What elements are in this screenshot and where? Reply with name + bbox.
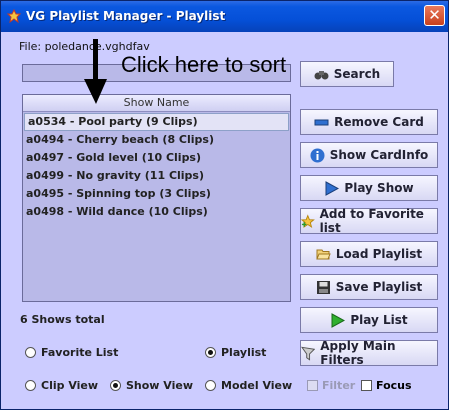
annotation-text: Click here to sort bbox=[121, 52, 287, 77]
close-icon: ✕ bbox=[428, 6, 441, 24]
radio-favorite-list[interactable]: Favorite List bbox=[25, 346, 118, 359]
floppy-disk-icon bbox=[316, 280, 330, 294]
play-icon bbox=[325, 180, 340, 196]
show-cardinfo-button[interactable]: Show CardInfo bbox=[300, 142, 438, 168]
play-green-icon bbox=[331, 312, 346, 328]
add-to-favorite-label: Add to Favorite list bbox=[319, 207, 424, 235]
radio-favorite-list-indicator[interactable] bbox=[25, 347, 36, 358]
radio-show-view-indicator[interactable] bbox=[110, 380, 121, 391]
remove-card-label: Remove Card bbox=[334, 115, 424, 129]
radio-clip-view[interactable]: Clip View bbox=[25, 379, 98, 392]
apply-main-filters-button[interactable]: Apply Main Filters bbox=[300, 339, 438, 367]
add-to-favorite-button[interactable]: Add to Favorite list bbox=[300, 207, 438, 235]
title-bar[interactable]: VG Playlist Manager - Playlist ✕ bbox=[1, 1, 448, 32]
column-header-show-name[interactable]: Show Name bbox=[23, 95, 290, 112]
list-item[interactable]: a0499 - No gravity (11 Clips) bbox=[23, 167, 290, 185]
radio-model-view[interactable]: Model View bbox=[205, 379, 292, 392]
radio-show-view-label: Show View bbox=[126, 379, 194, 392]
radio-playlist-indicator[interactable] bbox=[205, 347, 216, 358]
focus-checkbox-label: Focus bbox=[376, 379, 412, 392]
search-button-label: Search bbox=[333, 67, 381, 81]
play-list-button[interactable]: Play List bbox=[300, 307, 438, 333]
list-item[interactable]: a0534 - Pool party (9 Clips) bbox=[24, 113, 289, 131]
remove-card-button[interactable]: Remove Card bbox=[300, 109, 438, 135]
search-button[interactable]: Search bbox=[300, 61, 394, 87]
annotation-arrow-icon bbox=[84, 39, 107, 104]
radio-clip-view-label: Clip View bbox=[41, 379, 99, 392]
list-item[interactable]: a0494 - Cherry beach (8 Clips) bbox=[23, 131, 290, 149]
star-add-icon bbox=[301, 213, 315, 228]
shows-total-count: 6 Shows total bbox=[20, 313, 105, 326]
play-list-label: Play List bbox=[350, 313, 408, 327]
show-cardinfo-label: Show CardInfo bbox=[329, 148, 429, 162]
focus-checkbox[interactable]: Focus bbox=[361, 379, 412, 392]
radio-clip-view-indicator[interactable] bbox=[25, 380, 36, 391]
list-item[interactable]: a0498 - Wild dance (10 Clips) bbox=[23, 203, 290, 221]
play-show-button[interactable]: Play Show bbox=[300, 175, 438, 201]
filter-funnel-icon bbox=[301, 346, 316, 361]
list-item[interactable]: a0497 - Gold level (10 Clips) bbox=[23, 149, 290, 167]
load-playlist-button[interactable]: Load Playlist bbox=[300, 241, 438, 267]
apply-main-filters-label: Apply Main Filters bbox=[320, 339, 396, 367]
play-show-label: Play Show bbox=[344, 181, 414, 195]
radio-model-view-indicator[interactable] bbox=[205, 380, 216, 391]
save-playlist-label: Save Playlist bbox=[335, 280, 423, 294]
radio-show-view[interactable]: Show View bbox=[110, 379, 193, 392]
minus-icon bbox=[314, 119, 329, 125]
close-button[interactable]: ✕ bbox=[424, 5, 445, 26]
radio-playlist[interactable]: Playlist bbox=[205, 346, 266, 359]
playlist-manager-window: VG Playlist Manager - Playlist ✕ File: p… bbox=[0, 0, 449, 410]
folder-open-icon bbox=[316, 249, 331, 259]
filter-checkbox[interactable]: Filter bbox=[307, 379, 355, 392]
focus-checkbox-box[interactable] bbox=[361, 380, 372, 391]
filter-checkbox-box[interactable] bbox=[307, 380, 318, 391]
radio-playlist-label: Playlist bbox=[221, 346, 267, 359]
app-logo-icon bbox=[7, 9, 21, 23]
info-icon bbox=[310, 148, 325, 162]
radio-favorite-list-label: Favorite List bbox=[41, 346, 119, 359]
show-list[interactable]: Show Name a0534 - Pool party (9 Clips) a… bbox=[22, 94, 291, 302]
window-title: VG Playlist Manager - Playlist bbox=[26, 9, 226, 23]
list-item[interactable]: a0495 - Spinning top (3 Clips) bbox=[23, 185, 290, 203]
filter-checkbox-label: Filter bbox=[322, 379, 356, 392]
binoculars-icon bbox=[314, 70, 329, 79]
load-playlist-label: Load Playlist bbox=[335, 247, 423, 261]
save-playlist-button[interactable]: Save Playlist bbox=[300, 274, 438, 300]
radio-model-view-label: Model View bbox=[221, 379, 293, 392]
